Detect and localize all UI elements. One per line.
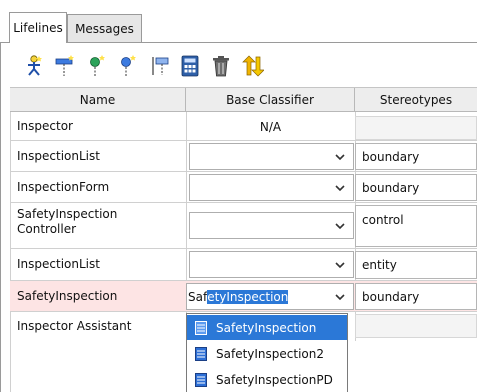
lifeline-name: InspectionForm — [17, 179, 110, 194]
table-row[interactable]: Inspector N/A — [10, 113, 477, 140]
stereotype-field[interactable]: control — [355, 205, 477, 247]
chevron-down-icon — [335, 185, 345, 192]
column-header-stereotypes-label: Stereotypes — [379, 92, 453, 107]
add-entity-lifeline-icon — [121, 55, 136, 76]
base-classifier-combo[interactable] — [189, 143, 354, 170]
class-icon — [195, 320, 207, 335]
base-classifier-value: N/A — [259, 119, 282, 134]
class-icon — [195, 346, 207, 361]
chevron-down-icon — [335, 154, 345, 161]
delete-icon — [213, 56, 229, 77]
column-header-stereotypes[interactable]: Stereotypes — [355, 88, 477, 111]
dropdown-item-label: SafetyInspectionPD — [216, 372, 333, 387]
dropdown-item-selected[interactable]: SafetyInspection — [187, 315, 347, 340]
stereotype-field[interactable]: entity — [355, 251, 477, 279]
chevron-down-icon — [335, 223, 345, 230]
add-boundary-lifeline-button[interactable] — [53, 53, 79, 79]
class-icon — [195, 372, 207, 387]
table-header: Name Base Classifier Stereotypes — [10, 87, 477, 112]
add-actor-lifeline-button[interactable] — [22, 53, 48, 79]
tab-lifelines-label: Lifelines — [13, 21, 63, 35]
add-boundary-lifeline-icon — [55, 55, 74, 76]
base-classifier-combo[interactable] — [189, 212, 354, 239]
lifeline-name: SafetyInspection Controller — [17, 207, 118, 236]
selected-completion-text: etyInspection — [207, 289, 289, 304]
tab-strip: Lifelines Messages — [0, 0, 477, 43]
base-classifier-combo-editing[interactable]: Saf etyInspection — [186, 283, 354, 310]
base-classifier-combo[interactable] — [189, 251, 354, 278]
lifeline-name: SafetyInspection — [17, 288, 118, 303]
delete-button[interactable] — [208, 53, 234, 79]
table-row[interactable]: SafetyInspection Controller control — [10, 203, 477, 248]
chevron-down-icon — [335, 294, 345, 301]
base-classifier-input[interactable]: Saf etyInspection — [188, 289, 289, 304]
calculator-icon — [181, 55, 199, 77]
tab-lifelines[interactable]: Lifelines — [9, 12, 67, 43]
lifeline-name: InspectionList — [17, 148, 100, 163]
stereotype-field[interactable]: boundary — [355, 174, 477, 201]
add-control-lifeline-icon — [90, 55, 105, 76]
typed-text: Saf — [188, 289, 208, 304]
table-row[interactable]: InspectionList entity — [10, 249, 477, 280]
base-classifier-combo[interactable] — [189, 174, 354, 201]
column-header-base-classifier-label: Base Classifier — [226, 92, 314, 107]
column-header-base-classifier[interactable]: Base Classifier — [186, 88, 355, 111]
add-entity-lifeline-button[interactable] — [115, 53, 141, 79]
add-lifeline-button[interactable] — [146, 53, 172, 79]
lifeline-name: Inspector Assistant — [17, 318, 132, 333]
classifier-dropdown-list: SafetyInspection SafetyInspection2 Safet… — [186, 313, 348, 392]
calculator-button[interactable] — [177, 53, 203, 79]
dropdown-item[interactable]: SafetyInspectionPD — [187, 367, 347, 392]
tab-messages-label: Messages — [75, 21, 134, 36]
sort-button[interactable] — [239, 53, 265, 79]
stereotype-cell[interactable] — [355, 314, 477, 338]
add-actor-lifeline-icon — [28, 55, 42, 76]
add-lifeline-icon — [152, 57, 169, 75]
stereotype-field[interactable]: boundary — [355, 283, 477, 310]
stereotype-cell[interactable] — [355, 116, 477, 140]
table-row[interactable]: InspectionForm boundary — [10, 172, 477, 202]
dropdown-item-label: SafetyInspection — [216, 320, 317, 335]
lifeline-name: InspectionList — [17, 257, 100, 271]
dropdown-item-label: SafetyInspection2 — [216, 346, 324, 361]
lifeline-name: Inspector — [17, 119, 73, 133]
column-header-name[interactable]: Name — [10, 88, 186, 111]
stereotype-field[interactable]: boundary — [355, 143, 477, 170]
table-row-selected[interactable]: SafetyInspection Saf etyInspection bounda… — [10, 281, 477, 311]
sort-icon — [242, 55, 264, 77]
add-control-lifeline-button[interactable] — [84, 53, 110, 79]
column-header-name-label: Name — [79, 92, 116, 107]
table-row[interactable]: InspectionList boundary — [10, 141, 477, 171]
tab-messages[interactable]: Messages — [67, 14, 142, 42]
dropdown-item[interactable]: SafetyInspection2 — [187, 341, 347, 366]
chevron-down-icon — [335, 262, 345, 269]
